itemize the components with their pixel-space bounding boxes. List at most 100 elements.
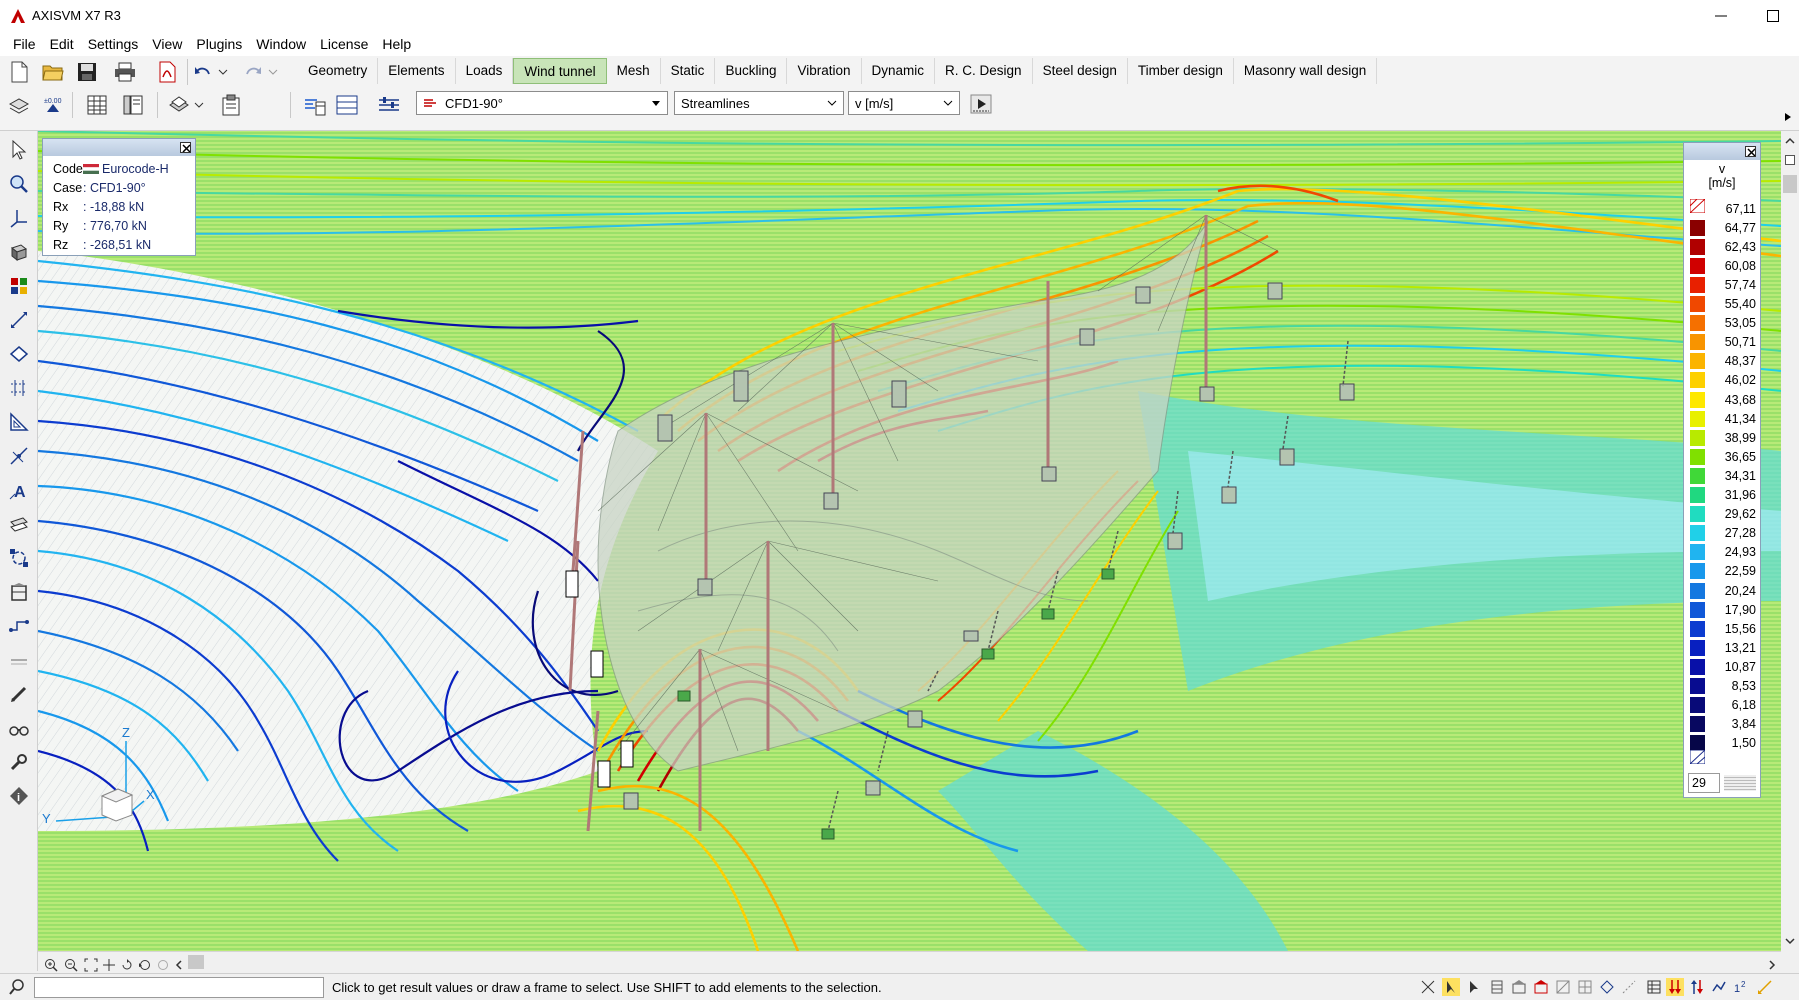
zoom-tool[interactable] bbox=[6, 171, 32, 197]
minimize-button[interactable] bbox=[1695, 0, 1747, 32]
reactions-toggle[interactable] bbox=[1688, 978, 1706, 996]
report-button[interactable] bbox=[120, 92, 146, 118]
view-tool[interactable] bbox=[6, 205, 32, 231]
horizontal-scroll-thumb[interactable] bbox=[188, 955, 204, 969]
command-search-input[interactable] bbox=[34, 977, 324, 998]
menu-file[interactable]: File bbox=[6, 36, 43, 52]
legend-entry[interactable]: 6,18 bbox=[1690, 696, 1758, 715]
settings-tool[interactable] bbox=[6, 749, 32, 775]
grid-toggle[interactable] bbox=[1488, 978, 1506, 996]
parts-tool[interactable] bbox=[6, 273, 32, 299]
display-parameters-button[interactable] bbox=[376, 92, 402, 118]
legend-entry[interactable]: 15,56 bbox=[1690, 619, 1758, 638]
legend-entry[interactable]: 8,53 bbox=[1690, 677, 1758, 696]
rotate-button[interactable] bbox=[118, 956, 136, 974]
guidelines-tool[interactable] bbox=[6, 375, 32, 401]
tab-loads[interactable]: Loads bbox=[455, 58, 514, 84]
drawings-library-button[interactable] bbox=[166, 92, 192, 118]
menu-view[interactable]: View bbox=[145, 36, 189, 52]
redo-dropdown[interactable] bbox=[266, 59, 280, 85]
symbols-toggle[interactable] bbox=[1710, 978, 1728, 996]
display-mode-select[interactable]: Streamlines bbox=[674, 91, 844, 115]
zoom-out-button[interactable] bbox=[62, 956, 80, 974]
disabled-tool[interactable] bbox=[6, 647, 32, 673]
legend-entry[interactable]: 41,34 bbox=[1690, 409, 1758, 428]
legend-entry[interactable]: 53,05 bbox=[1690, 314, 1758, 333]
drawings-dropdown[interactable] bbox=[192, 92, 206, 118]
inspect-tool[interactable] bbox=[6, 715, 32, 741]
load-case-select[interactable]: CFD1-90° bbox=[416, 91, 668, 115]
tab-masonry-wall-design[interactable]: Masonry wall design bbox=[1233, 58, 1378, 84]
legend-entry[interactable]: 67,11 bbox=[1690, 199, 1758, 218]
legend-entry[interactable]: 43,68 bbox=[1690, 390, 1758, 409]
grid-snap-toggle[interactable] bbox=[1576, 978, 1594, 996]
pan-button[interactable] bbox=[100, 956, 118, 974]
print-button[interactable] bbox=[112, 59, 138, 85]
measure-tool[interactable] bbox=[6, 409, 32, 435]
tab-timber-design[interactable]: Timber design bbox=[1127, 58, 1234, 84]
fit-view-button[interactable] bbox=[82, 956, 100, 974]
menu-help[interactable]: Help bbox=[375, 36, 418, 52]
legend-grip[interactable] bbox=[1724, 775, 1756, 791]
pdf-export-button[interactable] bbox=[154, 59, 180, 85]
search-button[interactable] bbox=[8, 978, 26, 996]
select-tool[interactable] bbox=[6, 137, 32, 163]
workplane-tool[interactable] bbox=[6, 341, 32, 367]
color-legend[interactable]: v [m/s] 67,11 64,77 62,43 60,08 57,74 55,40 53… bbox=[1683, 142, 1761, 798]
legend-entry[interactable]: 38,99 bbox=[1690, 428, 1758, 447]
workplane-toggle[interactable] bbox=[1598, 978, 1616, 996]
legend-header[interactable] bbox=[1684, 143, 1760, 160]
level-button[interactable]: ±0.00 bbox=[40, 92, 66, 118]
tab-geometry[interactable]: Geometry bbox=[298, 58, 379, 84]
tab-mesh[interactable]: Mesh bbox=[606, 58, 661, 84]
guides-toggle[interactable] bbox=[1620, 978, 1638, 996]
layer-view-tool[interactable] bbox=[6, 511, 32, 537]
legend-entry[interactable]: 46,02 bbox=[1690, 371, 1758, 390]
bill-of-materials-button[interactable] bbox=[218, 92, 244, 118]
legend-entry[interactable]: 57,74 bbox=[1690, 275, 1758, 294]
tab-static[interactable]: Static bbox=[660, 58, 716, 84]
menu-plugins[interactable]: Plugins bbox=[189, 36, 249, 52]
result-component-select[interactable]: v [m/s] bbox=[848, 91, 960, 115]
legend-entry[interactable]: 20,24 bbox=[1690, 581, 1758, 600]
legend-entry[interactable]: 55,40 bbox=[1690, 295, 1758, 314]
legend-entry[interactable]: 62,43 bbox=[1690, 237, 1758, 256]
frame-snap-toggle[interactable] bbox=[1510, 978, 1528, 996]
legend-entry[interactable]: 34,31 bbox=[1690, 466, 1758, 485]
snap-toggle[interactable] bbox=[1442, 978, 1460, 996]
scroll-left-button[interactable] bbox=[170, 956, 188, 974]
close-icon[interactable] bbox=[1745, 146, 1756, 157]
chevron-down-icon[interactable] bbox=[1781, 933, 1799, 949]
zoom-in-button[interactable] bbox=[42, 956, 60, 974]
vertical-scrollbar[interactable] bbox=[1781, 131, 1799, 951]
tab-elements[interactable]: Elements bbox=[378, 58, 456, 84]
tab-steel-design[interactable]: Steel design bbox=[1032, 58, 1128, 84]
undo-button[interactable] bbox=[190, 59, 216, 85]
close-icon[interactable] bbox=[180, 142, 191, 153]
color-frame-toggle[interactable] bbox=[1532, 978, 1550, 996]
cross-section-tool[interactable] bbox=[6, 443, 32, 469]
display-mode-tool[interactable] bbox=[6, 239, 32, 265]
chevron-up-icon[interactable] bbox=[1781, 133, 1799, 149]
tab-r-c-design[interactable]: R. C. Design bbox=[935, 58, 1033, 84]
new-file-button[interactable] bbox=[6, 59, 32, 85]
legend-entry[interactable]: 22,59 bbox=[1690, 562, 1758, 581]
legend-entry[interactable]: 24,93 bbox=[1690, 543, 1758, 562]
menu-edit[interactable]: Edit bbox=[43, 36, 81, 52]
legend-entry[interactable]: 60,08 bbox=[1690, 256, 1758, 275]
frame-tool[interactable] bbox=[6, 579, 32, 605]
table-toggle[interactable] bbox=[1645, 978, 1663, 996]
table-browser-button[interactable] bbox=[84, 92, 110, 118]
menu-license[interactable]: License bbox=[313, 36, 375, 52]
legend-entry[interactable]: 50,71 bbox=[1690, 333, 1758, 352]
open-file-button[interactable] bbox=[40, 59, 66, 85]
connect-tool[interactable] bbox=[6, 613, 32, 639]
maximize-button[interactable] bbox=[1747, 0, 1799, 32]
toolbar-overflow-button[interactable] bbox=[1780, 104, 1796, 130]
result-table-button[interactable] bbox=[334, 92, 360, 118]
info-tool[interactable]: i bbox=[6, 783, 32, 809]
legend-entry[interactable]: 64,77 bbox=[1690, 218, 1758, 237]
menu-window[interactable]: Window bbox=[249, 36, 313, 52]
legend-entry[interactable]: 27,28 bbox=[1690, 524, 1758, 543]
paint-tool[interactable] bbox=[6, 681, 32, 707]
